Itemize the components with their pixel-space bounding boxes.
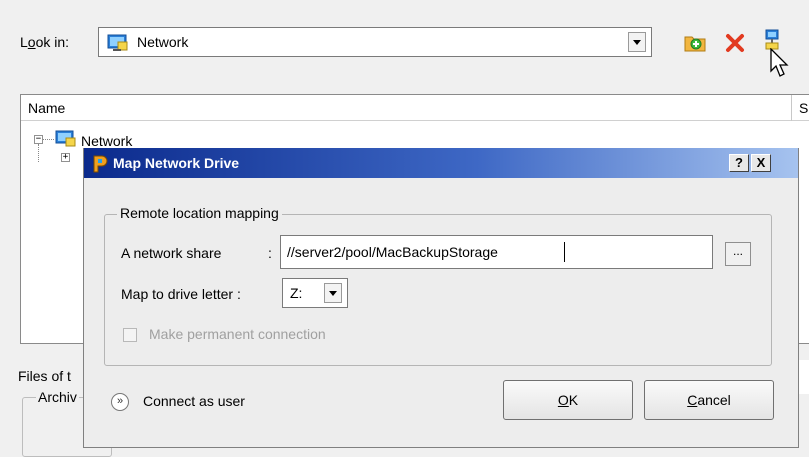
dialog-titlebar[interactable]: Map Network Drive ? X bbox=[84, 148, 798, 178]
group-title: Remote location mapping bbox=[117, 205, 282, 221]
chevron-down-icon bbox=[329, 290, 337, 296]
list-header: Name S bbox=[21, 95, 809, 121]
new-folder-icon[interactable] bbox=[684, 32, 706, 55]
double-chevron-down-icon[interactable]: » bbox=[111, 393, 129, 411]
drive-letter-value: Z: bbox=[290, 285, 303, 301]
chevron-down-icon bbox=[633, 39, 641, 45]
drive-letter-select[interactable]: Z: bbox=[282, 278, 348, 308]
delete-icon[interactable] bbox=[725, 33, 745, 56]
drive-letter-label: Map to drive letter : bbox=[121, 286, 241, 302]
look-in-dropdown[interactable]: Network bbox=[98, 27, 652, 57]
tree-collapse-toggle[interactable]: − bbox=[34, 135, 43, 144]
connect-as-user-link[interactable]: Connect as user bbox=[143, 393, 245, 409]
look-in-dropdown-button[interactable] bbox=[628, 32, 646, 52]
text-caret bbox=[564, 242, 565, 262]
cancel-button[interactable]: Cancel bbox=[644, 380, 774, 420]
network-share-colon: : bbox=[268, 245, 272, 261]
permanent-connection-label: Make permanent connection bbox=[149, 326, 326, 342]
permanent-connection-checkbox[interactable] bbox=[123, 328, 137, 342]
mouse-cursor-icon bbox=[770, 47, 790, 81]
column-separator[interactable] bbox=[791, 95, 792, 121]
ok-button[interactable]: OK bbox=[503, 380, 633, 420]
column-header-name[interactable]: Name bbox=[28, 100, 65, 116]
help-button[interactable]: ? bbox=[729, 154, 749, 172]
map-network-drive-dialog: Map Network Drive ? X Remote location ma… bbox=[83, 148, 799, 448]
look-in-value: Network bbox=[137, 34, 189, 50]
tree-connector bbox=[38, 144, 39, 162]
network-share-input[interactable] bbox=[280, 235, 713, 269]
archive-group-label: Archiv bbox=[36, 389, 79, 405]
column-header-size[interactable]: S bbox=[799, 100, 808, 116]
browse-button[interactable]: ... bbox=[725, 242, 751, 266]
network-icon bbox=[107, 33, 129, 56]
tree-expand-toggle[interactable]: + bbox=[61, 153, 70, 162]
files-of-type-label: Files of t bbox=[18, 368, 71, 384]
drive-letter-dropdown-button[interactable] bbox=[324, 283, 342, 303]
look-in-label: Look in: bbox=[20, 34, 70, 50]
network-icon bbox=[55, 130, 77, 151]
close-button[interactable]: X bbox=[751, 154, 771, 172]
tree-connector bbox=[43, 139, 54, 140]
map-drive-app-icon bbox=[91, 154, 109, 177]
network-share-label: A network share bbox=[121, 245, 222, 261]
tree-item-network[interactable]: Network bbox=[81, 133, 132, 149]
dialog-title: Map Network Drive bbox=[113, 155, 240, 171]
